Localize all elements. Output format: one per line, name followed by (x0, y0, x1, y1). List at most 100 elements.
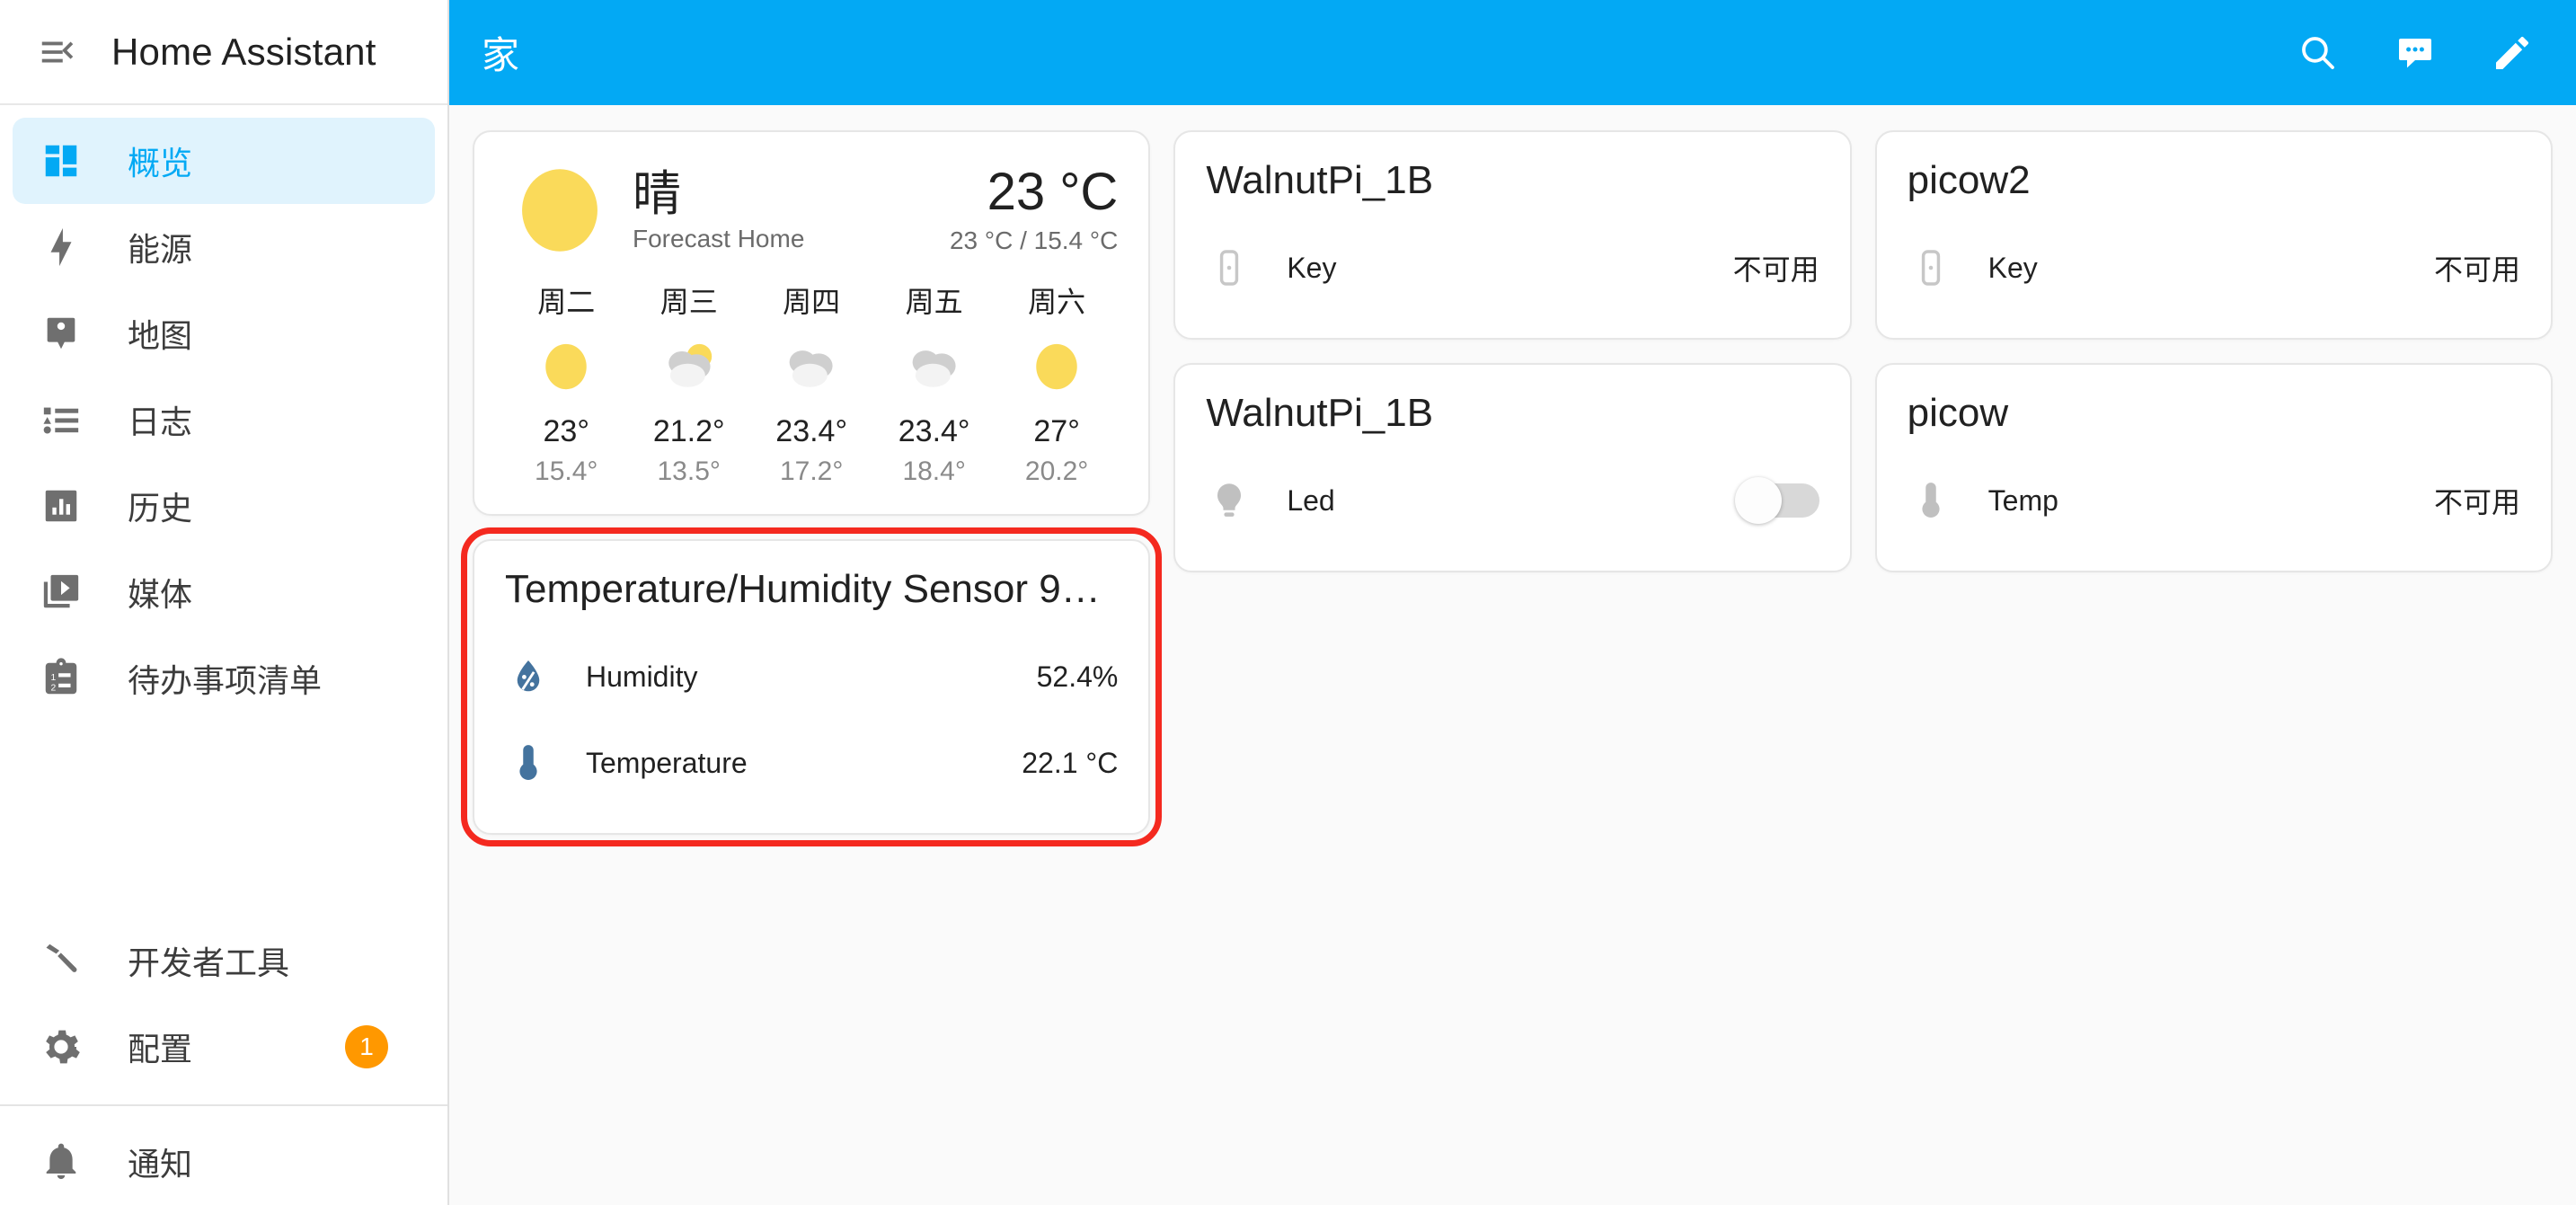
sidebar-nav-bottom: 开发者工具 配置 1 通知 (0, 917, 447, 1205)
forecast-day: 周二 23° 15.4° (505, 279, 627, 487)
forecast-high: 23.4° (775, 414, 848, 448)
sidebar-item-label: 历史 (128, 490, 193, 527)
dashboard-column-3: picow2 Key 不可用 picow Temp 不可用 (1874, 130, 2553, 572)
forecast-low: 17.2° (779, 456, 844, 486)
search-icon[interactable] (2279, 14, 2357, 92)
menu-collapse-icon[interactable] (20, 14, 95, 90)
entity-row-key[interactable]: Key 不可用 (1908, 225, 2520, 311)
weather-texts: 晴 Forecast Home (633, 167, 804, 253)
thermometer-icon (1908, 477, 1954, 524)
forecast-high: 23° (543, 414, 589, 448)
sidebar-item-developer-tools[interactable]: 开发者工具 (13, 917, 435, 1004)
entity-row-key[interactable]: Key 不可用 (1206, 225, 1819, 311)
entity-name: Temp (1987, 483, 2058, 517)
sidebar-item-energy[interactable]: 能源 (13, 204, 435, 290)
weather-current: 晴 Forecast Home 23 °C 23 °C / 15.4 °C (505, 155, 1118, 265)
forecast-day-name: 周二 (537, 286, 596, 318)
card-title: Temperature/Humidity Sensor 9… (505, 567, 1101, 611)
toolbar: 家 (449, 0, 2576, 105)
sidebar-item-label: 概览 (128, 145, 193, 182)
entity-value: 不可用 (2433, 253, 2520, 286)
water-percent-icon (505, 653, 552, 700)
dashboard-column-1: 晴 Forecast Home 23 °C 23 °C / 15.4 °C 周二 (460, 130, 1163, 846)
app-root: Home Assistant 概览 能源 地图 日志 历史 媒体 1 2 待办事… (0, 0, 2576, 1205)
entity-row-humidity[interactable]: Humidity 52.4% (505, 634, 1118, 720)
lightbulb-icon (1206, 477, 1253, 524)
entity-value: 52.4% (1036, 660, 1119, 693)
page-title: 家 (482, 34, 520, 76)
status-badge: 1 (345, 1025, 388, 1068)
sidebar-item-label: 地图 (128, 317, 193, 354)
map-marker-account-icon (38, 310, 84, 357)
hammer-icon (38, 937, 84, 984)
weather-state: 晴 (633, 166, 681, 221)
gesture-tap-button-icon (1206, 244, 1253, 291)
entity-value: 22.1 °C (1022, 746, 1119, 779)
forecast-day-name: 周五 (905, 286, 963, 318)
sunny-icon (531, 332, 601, 402)
sidebar-item-logbook[interactable]: 日志 (13, 377, 435, 463)
card-title: picow (1907, 391, 2009, 435)
view-dashboard-icon (38, 137, 84, 184)
forecast-day: 周六 27° 20.2° (996, 279, 1118, 487)
sunny-icon (505, 155, 615, 265)
assist-icon[interactable] (2377, 14, 2454, 92)
lightning-bolt-icon (38, 224, 84, 270)
picow2-card[interactable]: picow2 Key 不可用 (1874, 130, 2553, 340)
forecast-low: 18.4° (902, 456, 966, 486)
forecast-high: 21.2° (652, 414, 725, 448)
entity-row-temperature[interactable]: Temperature 22.1 °C (505, 720, 1118, 806)
partly-cloudy-icon (654, 332, 724, 402)
cloudy-icon (776, 332, 846, 402)
weather-temperature-block: 23 °C 23 °C / 15.4 °C (950, 162, 1119, 256)
brand-title: Home Assistant (111, 30, 376, 73)
forecast-day-name: 周四 (783, 286, 841, 318)
forecast-day: 周四 23.4° 17.2° (750, 279, 872, 487)
forecast-low: 13.5° (657, 456, 721, 486)
entity-name: Humidity (586, 660, 698, 693)
sidebar-item-label: 媒体 (128, 576, 193, 613)
sidebar-item-label: 能源 (128, 231, 193, 268)
chart-box-icon (38, 483, 84, 529)
entity-name: Key (1287, 251, 1337, 284)
sunny-icon (1022, 332, 1092, 402)
forecast-day-name: 周三 (659, 286, 718, 318)
sidebar-item-label: 配置 (128, 1031, 193, 1068)
sidebar-item-todo[interactable]: 1 2 待办事项清单 (13, 635, 435, 722)
sidebar-item-overview[interactable]: 概览 (13, 118, 435, 204)
entity-row-temp[interactable]: Temp 不可用 (1908, 457, 2520, 544)
dashboard-column-2: WalnutPi_1B Key 不可用 WalnutPi_1B Led (1173, 130, 1852, 572)
sidebar-item-history[interactable]: 历史 (13, 463, 435, 549)
forecast-high: 27° (1033, 414, 1080, 448)
sidebar-item-label: 通知 (128, 1146, 193, 1183)
temperature-humidity-sensor-card[interactable]: Temperature/Humidity Sensor 9… Humidity (460, 527, 1163, 846)
led-toggle[interactable] (1734, 477, 1819, 524)
entity-name: Led (1287, 483, 1335, 517)
edit-icon[interactable] (2474, 14, 2551, 92)
sidebar-item-media[interactable]: 媒体 (13, 549, 435, 635)
entity-row-led[interactable]: Led (1206, 457, 1819, 544)
bell-icon (38, 1139, 84, 1185)
cog-icon (38, 1023, 84, 1070)
weather-forecast-card[interactable]: 晴 Forecast Home 23 °C 23 °C / 15.4 °C 周二 (473, 130, 1151, 516)
sidebar-item-map[interactable]: 地图 (13, 290, 435, 377)
svg-text:2: 2 (51, 683, 57, 693)
sidebar-item-settings[interactable]: 配置 1 (13, 1004, 435, 1090)
toolbar-actions (2279, 14, 2551, 92)
entity-name: Key (1987, 251, 2038, 284)
walnutpi-led-card[interactable]: WalnutPi_1B Led (1173, 363, 1852, 572)
sidebar-item-notifications[interactable]: 通知 (13, 1119, 435, 1205)
card-title: WalnutPi_1B (1206, 158, 1434, 202)
sidebar-item-label: 日志 (128, 403, 193, 440)
walnutpi-key-card[interactable]: WalnutPi_1B Key 不可用 (1173, 130, 1852, 340)
thermometer-icon (505, 740, 552, 786)
sidebar-divider (0, 1104, 447, 1106)
entity-value: 不可用 (2433, 486, 2520, 518)
play-box-multiple-icon (38, 569, 84, 616)
card-title: WalnutPi_1B (1206, 391, 1434, 435)
toggle-knob (1734, 477, 1782, 524)
weather-temperature: 23 °C (987, 162, 1119, 221)
picow-card[interactable]: picow Temp 不可用 (1874, 363, 2553, 572)
entity-value: 不可用 (1732, 253, 1819, 286)
